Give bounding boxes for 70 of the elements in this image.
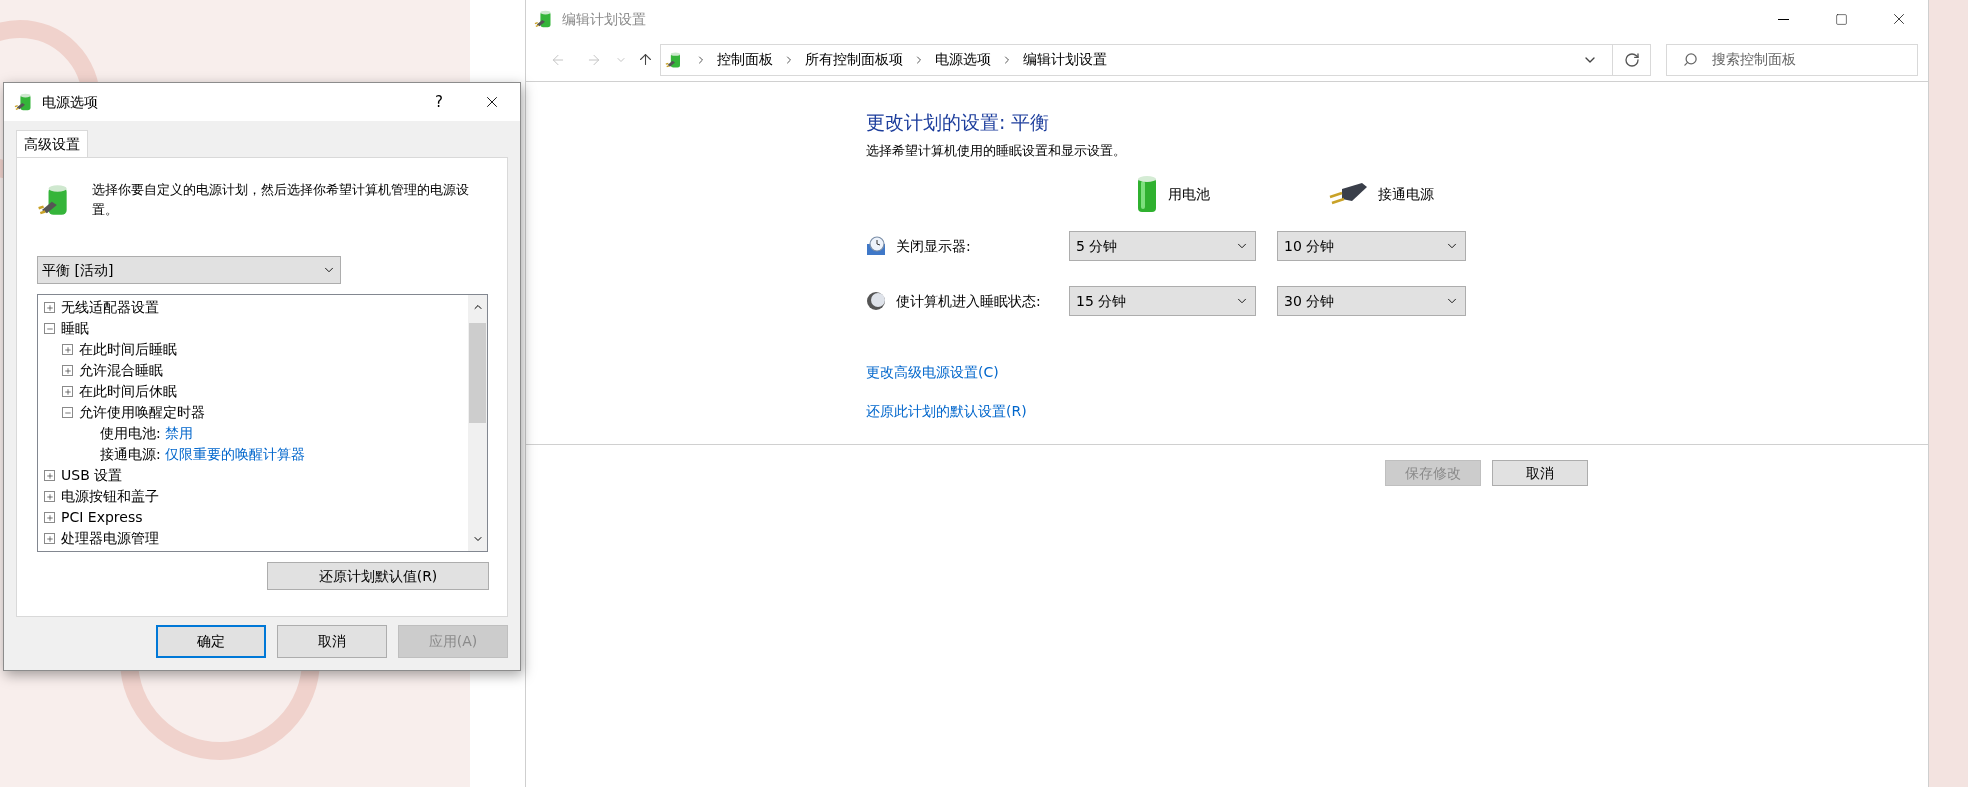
- setting-label: 接通电源:: [100, 445, 161, 464]
- expand-toggle[interactable]: [44, 302, 55, 313]
- plus-icon: [63, 366, 72, 375]
- action-button[interactable]: 取消: [1492, 460, 1588, 486]
- help-button[interactable]: ?: [414, 87, 464, 117]
- setting-value-link[interactable]: 禁用: [164, 423, 193, 444]
- tree-item[interactable]: 在此时间后睡眠: [79, 339, 177, 360]
- maximize-icon: [1834, 12, 1848, 26]
- setting-label: 关闭显示器:: [896, 236, 971, 256]
- dropdown[interactable]: 10 分钟: [1277, 231, 1466, 261]
- search-input[interactable]: 搜索控制面板: [1712, 49, 1892, 70]
- scrollbar[interactable]: [468, 295, 487, 551]
- battery-icon: [1136, 175, 1158, 213]
- tree-item[interactable]: 电源按钮和盖子: [61, 486, 159, 507]
- plus-icon: [45, 303, 54, 312]
- settings-link[interactable]: 更改高级电源设置(C): [866, 362, 999, 383]
- plus-icon: [45, 471, 54, 480]
- expand-toggle[interactable]: [44, 533, 55, 544]
- search-icon: [1683, 52, 1698, 67]
- column-header: 接通电源: [1378, 184, 1434, 204]
- plus-icon: [63, 387, 72, 396]
- breadcrumb-item[interactable]: 电源选项: [935, 49, 991, 70]
- refresh-icon: [1623, 51, 1640, 68]
- moon-icon: [866, 291, 886, 311]
- address-bar[interactable]: 控制面板 所有控制面板项 电源选项 编辑计划设置: [660, 43, 1651, 76]
- search-field[interactable]: 搜索控制面板: [1666, 43, 1918, 76]
- breadcrumb-item[interactable]: 控制面板: [717, 49, 773, 70]
- tree-item[interactable]: 睡眠: [61, 318, 89, 339]
- description: 选择你要自定义的电源计划，然后选择你希望计算机管理的电源设置。: [91, 181, 470, 219]
- minimize-icon: [1777, 18, 1789, 20]
- breadcrumb-item[interactable]: 编辑计划设置: [1023, 49, 1107, 70]
- tree-item[interactable]: 无线适配器设置: [61, 297, 159, 318]
- tree-item[interactable]: 在此时间后休眠: [79, 381, 177, 402]
- dialog-button[interactable]: 取消: [277, 625, 387, 658]
- expand-toggle[interactable]: [62, 386, 73, 397]
- expand-toggle[interactable]: [62, 344, 73, 355]
- plan-dropdown[interactable]: 平衡 [活动]: [37, 256, 341, 284]
- dropdown[interactable]: 5 分钟: [1069, 231, 1256, 261]
- dialog-button[interactable]: 确定: [156, 625, 266, 658]
- column-header: 用电池: [1168, 184, 1210, 204]
- setting-label: 使用电池:: [100, 424, 161, 443]
- setting-value-link[interactable]: 仅限重要的唤醒计算器: [164, 444, 305, 465]
- plug-icon: [1328, 181, 1368, 207]
- expand-toggle[interactable]: [44, 491, 55, 502]
- tree-item[interactable]: 允许使用唤醒定时器: [79, 402, 205, 423]
- tree-item[interactable]: 处理器电源管理: [61, 528, 159, 549]
- plus-icon: [45, 492, 54, 501]
- plus-icon: [45, 534, 54, 543]
- tree-item[interactable]: PCI Express: [61, 507, 143, 528]
- dialog-title: 电源选项: [42, 92, 98, 112]
- window-title: 编辑计划设置: [562, 9, 646, 29]
- restore-defaults-button[interactable]: 还原计划默认值(R): [267, 562, 489, 590]
- page-subtitle: 选择希望计算机使用的睡眠设置和显示设置。: [866, 141, 1127, 160]
- breadcrumb-item[interactable]: 所有控制面板项: [805, 49, 903, 70]
- monitor-clock-icon: [866, 236, 886, 256]
- dropdown[interactable]: 15 分钟: [1069, 286, 1256, 316]
- tree-item[interactable]: 允许混合睡眠: [79, 360, 163, 381]
- expand-toggle[interactable]: [44, 470, 55, 481]
- tab[interactable]: 高级设置: [16, 130, 88, 157]
- plus-icon: [63, 345, 72, 354]
- collapse-toggle[interactable]: [44, 323, 55, 334]
- page-heading: 更改计划的设置: 平衡: [866, 110, 1051, 135]
- setting-label: 使计算机进入睡眠状态:: [896, 291, 1041, 311]
- expand-toggle[interactable]: [62, 365, 73, 376]
- collapse-toggle[interactable]: [62, 407, 73, 418]
- dropdown[interactable]: 30 分钟: [1277, 286, 1466, 316]
- expand-toggle[interactable]: [44, 512, 55, 523]
- settings-link[interactable]: 还原此计划的默认设置(R): [866, 401, 1027, 422]
- tree-item[interactable]: USB 设置: [61, 465, 123, 486]
- plus-icon: [45, 513, 54, 522]
